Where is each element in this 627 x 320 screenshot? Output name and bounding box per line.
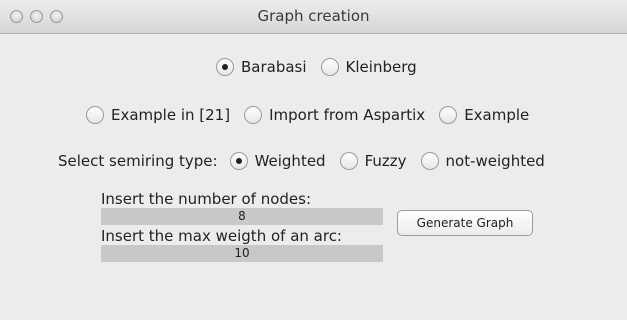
radio-example-in-21[interactable]: Example in [21]: [86, 106, 230, 124]
radio-unselected-icon[interactable]: [339, 152, 358, 170]
generator-radio-group: Barabasi Kleinberg: [216, 58, 417, 76]
graph-creation-window: Graph creation Barabasi Kleinberg Exampl…: [0, 0, 627, 320]
radio-weighted[interactable]: Weighted: [229, 152, 326, 170]
radio-unselected-icon[interactable]: [439, 106, 458, 124]
radio-example-label: Example: [464, 106, 530, 124]
generate-graph-button[interactable]: Generate Graph: [397, 210, 533, 236]
title-bar: Graph creation: [0, 0, 627, 34]
radio-weighted-label: Weighted: [254, 152, 326, 170]
radio-fuzzy-label: Fuzzy: [364, 152, 407, 170]
radio-kleinberg-label: Kleinberg: [345, 58, 417, 76]
radio-fuzzy[interactable]: Fuzzy: [339, 152, 407, 170]
window-content: Barabasi Kleinberg Example in [21] Impor…: [0, 34, 627, 320]
semiring-radio-group: Select semiring type: Weighted Fuzzy not…: [58, 152, 545, 170]
max-weight-input[interactable]: 10: [101, 245, 383, 262]
radio-barabasi-label: Barabasi: [241, 58, 307, 76]
radio-unselected-icon[interactable]: [244, 106, 263, 124]
radio-barabasi[interactable]: Barabasi: [216, 58, 307, 76]
radio-not-weighted-label: not-weighted: [445, 152, 545, 170]
radio-selected-icon[interactable]: [229, 152, 248, 170]
radio-unselected-icon[interactable]: [86, 106, 104, 124]
radio-example-in-21-label: Example in [21]: [111, 106, 231, 124]
radio-kleinberg[interactable]: Kleinberg: [320, 58, 417, 76]
nodes-input[interactable]: 8: [101, 208, 383, 225]
nodes-label: Insert the number of nodes:: [101, 190, 312, 208]
radio-not-weighted[interactable]: not-weighted: [420, 152, 545, 170]
radio-import-aspartix[interactable]: Import from Aspartix: [244, 106, 425, 124]
source-radio-group: Example in [21] Import from Aspartix Exa…: [86, 106, 529, 124]
semiring-label: Select semiring type:: [58, 152, 218, 170]
radio-example[interactable]: Example: [439, 106, 529, 124]
max-weight-label: Insert the max weigth of an arc:: [101, 227, 342, 245]
radio-import-aspartix-label: Import from Aspartix: [269, 106, 426, 124]
radio-unselected-icon[interactable]: [420, 152, 439, 170]
window-title: Graph creation: [257, 7, 370, 25]
radio-selected-icon[interactable]: [216, 58, 234, 76]
radio-unselected-icon[interactable]: [320, 58, 339, 76]
